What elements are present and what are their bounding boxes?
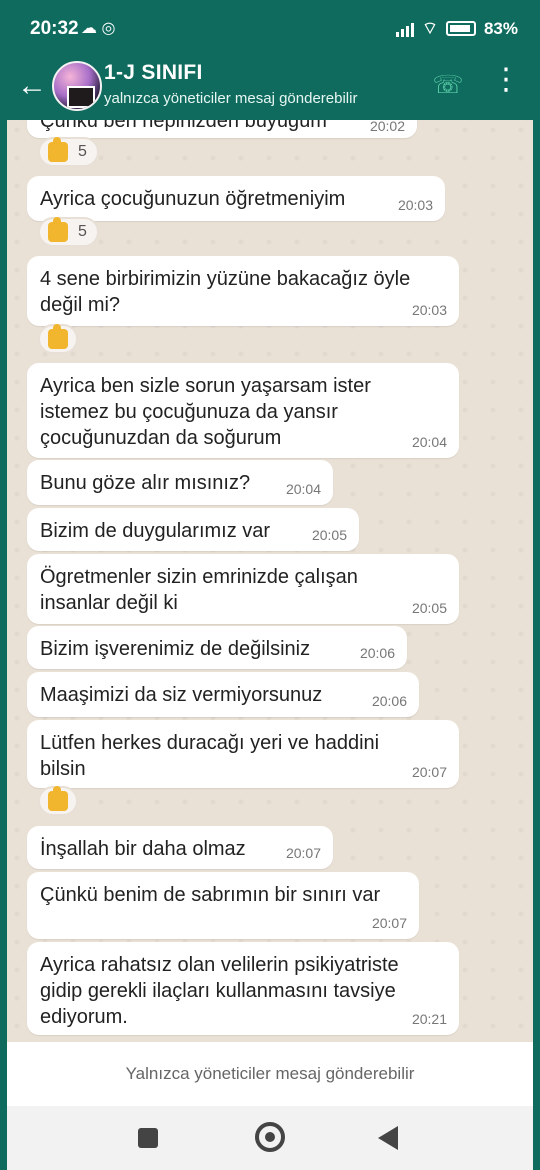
reaction-thumbs-up[interactable]: 5: [38, 217, 99, 247]
chat-header: ← 1-J SINIFI yalnızca yöneticiler mesaj …: [7, 58, 533, 120]
back-icon[interactable]: [378, 1126, 398, 1150]
reaction-thumbs-up[interactable]: 5: [38, 137, 99, 167]
battery-percentage: 83%: [483, 18, 518, 38]
arrow-left-icon[interactable]: ←: [17, 71, 47, 101]
message-bubble[interactable]: 4 sene birbirimizin yüzüne bakacağız öyl…: [27, 256, 459, 326]
chat-title[interactable]: 1-J SINIFI: [104, 61, 203, 85]
message-time: 20:03: [411, 302, 447, 318]
recent-apps-icon[interactable]: [138, 1128, 158, 1148]
message-text: Bizim de duygularımız var: [40, 520, 271, 542]
message-bubble[interactable]: Maaşimizi da siz vermiyorsunuz 20:06: [27, 672, 419, 717]
message-bubble[interactable]: Ayrica rahatsız olan velilerin psikiyatr…: [27, 942, 459, 1035]
reaction-count: 5: [78, 223, 87, 240]
message-bubble[interactable]: Çünkü benim de sabrımın bir sınırı var 2…: [27, 872, 419, 939]
reaction-count: 5: [78, 143, 87, 160]
message-time: 20:04: [411, 434, 447, 450]
status-time: 20:32: [30, 18, 79, 39]
thumbs-up-icon: [48, 217, 68, 242]
message-time: 20:05: [311, 527, 347, 543]
chat-messages[interactable]: Çünkü ben hepinizden büyüğüm 20:02 5 Ayr…: [7, 120, 533, 1042]
chat-subtitle[interactable]: yalnızca yöneticiler mesaj gönderebilir: [104, 90, 357, 107]
message-bubble[interactable]: Bizim işverenimiz de değilsiniz 20:06: [27, 626, 407, 669]
status-notification-icons: ☁ ◎: [81, 20, 116, 37]
thumbs-up-icon: [48, 786, 68, 811]
message-text: Lütfen herkes duracağı yeri ve haddini b…: [40, 732, 380, 780]
reaction-thumbs-up[interactable]: [38, 324, 78, 354]
message-text: 4 sene birbirimizin yüzüne bakacağız öyl…: [40, 268, 411, 316]
add-call-icon[interactable]: ☏: [431, 68, 465, 102]
message-text: Bunu göze alır mısınız?: [40, 472, 251, 494]
message-bubble[interactable]: Çünkü ben hepinizden büyüğüm 20:02: [27, 120, 417, 138]
message-text: Maaşimizi da siz vermiyorsunuz: [40, 684, 323, 706]
message-time: 20:05: [411, 600, 447, 616]
message-time: 20:03: [397, 197, 433, 213]
thumbs-up-icon: [48, 137, 68, 162]
message-time: 20:07: [285, 845, 321, 861]
message-bubble[interactable]: Bizim de duygularımız var 20:05: [27, 508, 359, 551]
admin-only-notice: Yalnızca yöneticiler mesaj gönderebilir: [7, 1042, 533, 1106]
message-time: 20:06: [359, 645, 395, 661]
message-bubble[interactable]: Bunu göze alır mısınız? 20:04: [27, 460, 333, 505]
battery-icon: [445, 21, 476, 36]
message-bubble[interactable]: Ayrica ben sizle sorun yaşarsam ister is…: [27, 363, 459, 458]
message-time: 20:07: [371, 915, 407, 931]
reaction-thumbs-up[interactable]: [38, 786, 78, 816]
message-text: Ayrica rahatsız olan velilerin psikiyatr…: [40, 954, 399, 1028]
message-time: 20:07: [411, 764, 447, 780]
message-text: Ayrica çocuğunuzun öğretmeniyim: [40, 188, 346, 210]
more-vertical-icon[interactable]: ⋮: [491, 65, 521, 106]
message-text: Ayrica ben sizle sorun yaşarsam ister is…: [40, 375, 371, 449]
message-bubble[interactable]: Lütfen herkes duracağı yeri ve haddini b…: [27, 720, 459, 788]
message-text: Ögretmenler sizin emrinizde çalışan insa…: [40, 566, 358, 614]
message-time: 20:02: [369, 120, 405, 134]
message-bubble[interactable]: Ögretmenler sizin emrinizde çalışan insa…: [27, 554, 459, 624]
message-time: 20:04: [285, 481, 321, 497]
signal-icon: [395, 21, 414, 37]
message-text: İnşallah bir daha olmaz: [40, 838, 246, 860]
message-time: 20:06: [371, 693, 407, 709]
wifi-icon: ⌔: [421, 19, 438, 38]
thumbs-up-icon: [48, 324, 68, 349]
message-text: Çünkü benim de sabrımın bir sınırı var: [40, 884, 381, 906]
message-bubble[interactable]: İnşallah bir daha olmaz 20:07: [27, 826, 333, 869]
status-right: ⌔ 83%: [395, 18, 518, 39]
status-bar: 20:32 ☁ ◎ ⌔ 83%: [0, 0, 540, 58]
group-avatar[interactable]: [52, 61, 102, 111]
message-time: 20:21: [411, 1011, 447, 1027]
message-text: Bizim işverenimiz de değilsiniz: [40, 638, 311, 660]
home-icon[interactable]: [255, 1122, 285, 1152]
message-text: Çünkü ben hepinizden büyüğüm: [40, 120, 327, 132]
android-nav-bar: [7, 1106, 533, 1170]
message-bubble[interactable]: Ayrica çocuğunuzun öğretmeniyim 20:03: [27, 176, 445, 221]
